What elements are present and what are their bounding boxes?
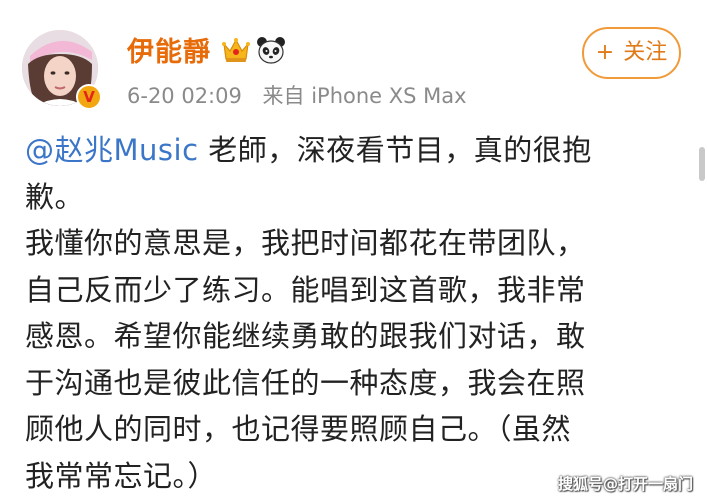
watermark: 搜狐号@打开一扇门 xyxy=(557,475,693,493)
mention-link[interactable]: @赵兆Music xyxy=(25,133,199,167)
weibo-post-card: V 伊能靜 6-20 02:09 来自 iPhone XS Max + 关注 @… xyxy=(0,0,707,500)
post-line: @赵兆Music 老師，深夜看节目，真的很抱 xyxy=(25,127,685,174)
post-line: 自己反而少了练习。能唱到这首歌，我非常 xyxy=(25,272,586,307)
panda-icon xyxy=(256,35,286,65)
post-line: 感恩。希望你能继续勇敢的跟我们对话，敢 xyxy=(25,319,586,353)
follow-label: 关注 xyxy=(623,40,668,65)
post-source: 来自 iPhone XS Max xyxy=(262,84,467,108)
verified-badge-icon: V xyxy=(76,84,102,110)
post-meta: 6-20 02:09 来自 iPhone XS Max xyxy=(127,80,467,110)
post-line: 于沟通也是彼此信任的一种态度，我会在照 xyxy=(25,365,586,400)
post-text: @赵兆Music 老師，深夜看节目，真的很抱 歉。 我懂你的意思是，我把时间都花… xyxy=(25,127,685,499)
scrollbar[interactable] xyxy=(699,147,705,181)
post-line-text: 老師，深夜看节目，真的很抱 xyxy=(198,133,592,167)
post-line: 歉。 xyxy=(25,179,85,214)
follow-button[interactable]: + 关注 xyxy=(582,27,681,79)
post-line: 顾他人的同时，也记得要照顾自己。（虽然 xyxy=(25,412,572,446)
post-line: 我懂你的意思是，我把时间都花在带团队， xyxy=(25,226,586,260)
plus-icon: + xyxy=(595,40,615,65)
avatar[interactable]: V xyxy=(22,30,102,110)
username[interactable]: 伊能靜 xyxy=(127,30,211,69)
post-timestamp: 6-20 02:09 xyxy=(127,84,242,108)
crown-icon xyxy=(221,36,251,64)
